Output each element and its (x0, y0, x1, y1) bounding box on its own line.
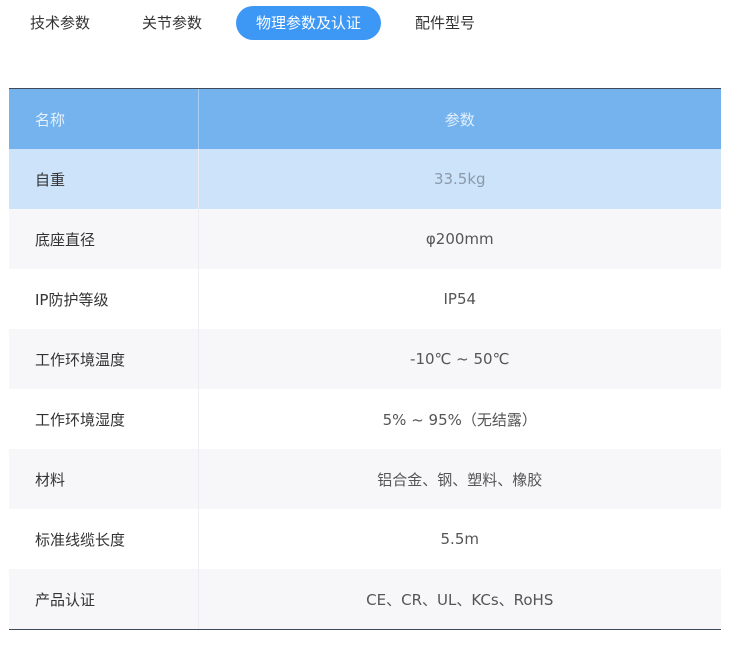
table-header-row: 名称 参数 (9, 89, 721, 149)
table-row: IP防护等级 IP54 (9, 269, 721, 329)
row-value: 33.5kg (198, 149, 721, 209)
table-row: 材料 铝合金、钢、塑料、橡胶 (9, 449, 721, 509)
table-row: 标准线缆长度 5.5m (9, 509, 721, 569)
tab-joint-params[interactable]: 关节参数 (124, 6, 220, 40)
row-label: 产品认证 (9, 569, 199, 629)
table-row: 自重 33.5kg (9, 149, 721, 209)
row-label: 工作环境湿度 (9, 389, 199, 449)
row-label: 工作环境温度 (9, 329, 199, 389)
table-row: 工作环境湿度 5% ~ 95%（无结露） (9, 389, 721, 449)
table-row: 产品认证 CE、CR、UL、KCs、RoHS (9, 569, 721, 629)
table-row: 底座直径 φ200mm (9, 209, 721, 269)
spec-table: 名称 参数 自重 33.5kg 底座直径 φ200mm IP防护等级 IP54 (9, 89, 721, 629)
row-value: φ200mm (198, 209, 721, 269)
row-label: 自重 (9, 149, 199, 209)
tab-technical-params[interactable]: 技术参数 (12, 6, 108, 40)
page: 技术参数 关节参数 物理参数及认证 配件型号 名称 参数 自重 33.5kg 底… (0, 0, 730, 655)
spec-table-container: 名称 参数 自重 33.5kg 底座直径 φ200mm IP防护等级 IP54 (9, 88, 721, 630)
row-label: 底座直径 (9, 209, 199, 269)
tab-accessory-models[interactable]: 配件型号 (397, 6, 493, 40)
row-value: CE、CR、UL、KCs、RoHS (198, 569, 721, 629)
row-value: 铝合金、钢、塑料、橡胶 (198, 449, 721, 509)
table-row: 工作环境温度 -10℃ ~ 50℃ (9, 329, 721, 389)
column-header-name: 名称 (9, 89, 199, 149)
tab-physical-params-certification[interactable]: 物理参数及认证 (236, 6, 382, 40)
row-value: -10℃ ~ 50℃ (198, 329, 721, 389)
tab-bar: 技术参数 关节参数 物理参数及认证 配件型号 (12, 6, 509, 40)
row-label: IP防护等级 (9, 269, 199, 329)
column-header-param: 参数 (198, 89, 721, 149)
row-value: IP54 (198, 269, 721, 329)
row-label: 标准线缆长度 (9, 509, 199, 569)
row-label: 材料 (9, 449, 199, 509)
row-value: 5% ~ 95%（无结露） (198, 389, 721, 449)
row-value: 5.5m (198, 509, 721, 569)
